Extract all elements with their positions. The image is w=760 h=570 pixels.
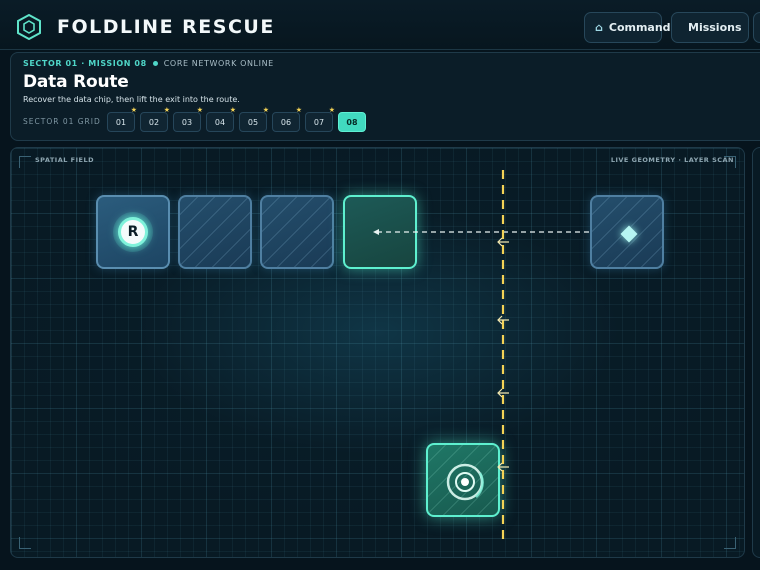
mission-title: Data Route: [23, 72, 129, 92]
home-icon: ⌂: [595, 21, 603, 34]
missions-button[interactable]: Missions: [671, 12, 749, 43]
sector-mission-label: SECTOR 01 · MISSION 08: [23, 59, 147, 68]
level-label: 02: [148, 117, 160, 127]
hexagon-logo-icon: [17, 14, 41, 40]
level-button-06[interactable]: 06 ★: [272, 106, 302, 132]
route-arrow-icon: [373, 229, 379, 235]
level-button-05[interactable]: 05 ★: [239, 106, 269, 132]
star-icon: ★: [229, 106, 236, 114]
level-button-04[interactable]: 04 ★: [206, 106, 236, 132]
level-button-02[interactable]: 02 ★: [140, 106, 170, 132]
spatial-field[interactable]: SPATIAL FIELD LIVE GEOMETRY · LAYER SCAN…: [10, 147, 745, 558]
status-dot-icon: [152, 61, 158, 66]
top-bar: FOLDLINE RESCUE ⌂ Command Missions: [0, 0, 760, 50]
star-icon: ★: [295, 106, 302, 114]
command-label: Command: [608, 21, 671, 34]
star-icon: ★: [130, 106, 137, 114]
mission-panel: SECTOR 01 · MISSION 08 CORE NETWORK ONLI…: [10, 52, 760, 141]
level-label: 06: [280, 117, 292, 127]
mission-description: Recover the data chip, then lift the exi…: [23, 95, 240, 104]
level-button-07[interactable]: 07 ★: [305, 106, 335, 132]
level-label: 07: [313, 117, 325, 127]
level-label: 08: [346, 117, 358, 127]
app-title: FOLDLINE RESCUE: [57, 16, 275, 38]
level-label: 03: [181, 117, 193, 127]
route-overlay: [373, 170, 589, 543]
mission-meta: SECTOR 01 · MISSION 08 CORE NETWORK ONLI…: [23, 59, 274, 68]
overflow-button[interactable]: [753, 12, 760, 43]
sector-grid-label: SECTOR 01 GRID: [23, 117, 101, 126]
star-icon: ★: [328, 106, 335, 114]
level-label: 01: [115, 117, 127, 127]
level-button-01[interactable]: 01 ★: [107, 106, 137, 132]
star-icon: ★: [196, 106, 203, 114]
command-button[interactable]: ⌂ Command: [584, 12, 671, 43]
star-icon: ★: [262, 106, 269, 114]
level-button-03[interactable]: 03 ★: [173, 106, 203, 132]
level-button-08[interactable]: 08: [338, 112, 366, 132]
missions-label: Missions: [688, 21, 742, 34]
level-label: 04: [214, 117, 226, 127]
side-panel-edge: [752, 147, 760, 558]
network-status: CORE NETWORK ONLINE: [163, 59, 274, 68]
level-label: 05: [247, 117, 259, 127]
level-selector: 01 ★ 02 ★ 03 ★ 04 ★ 05 ★ 06 ★ 07 ★ 08: [107, 106, 366, 132]
star-icon: ★: [163, 106, 170, 114]
